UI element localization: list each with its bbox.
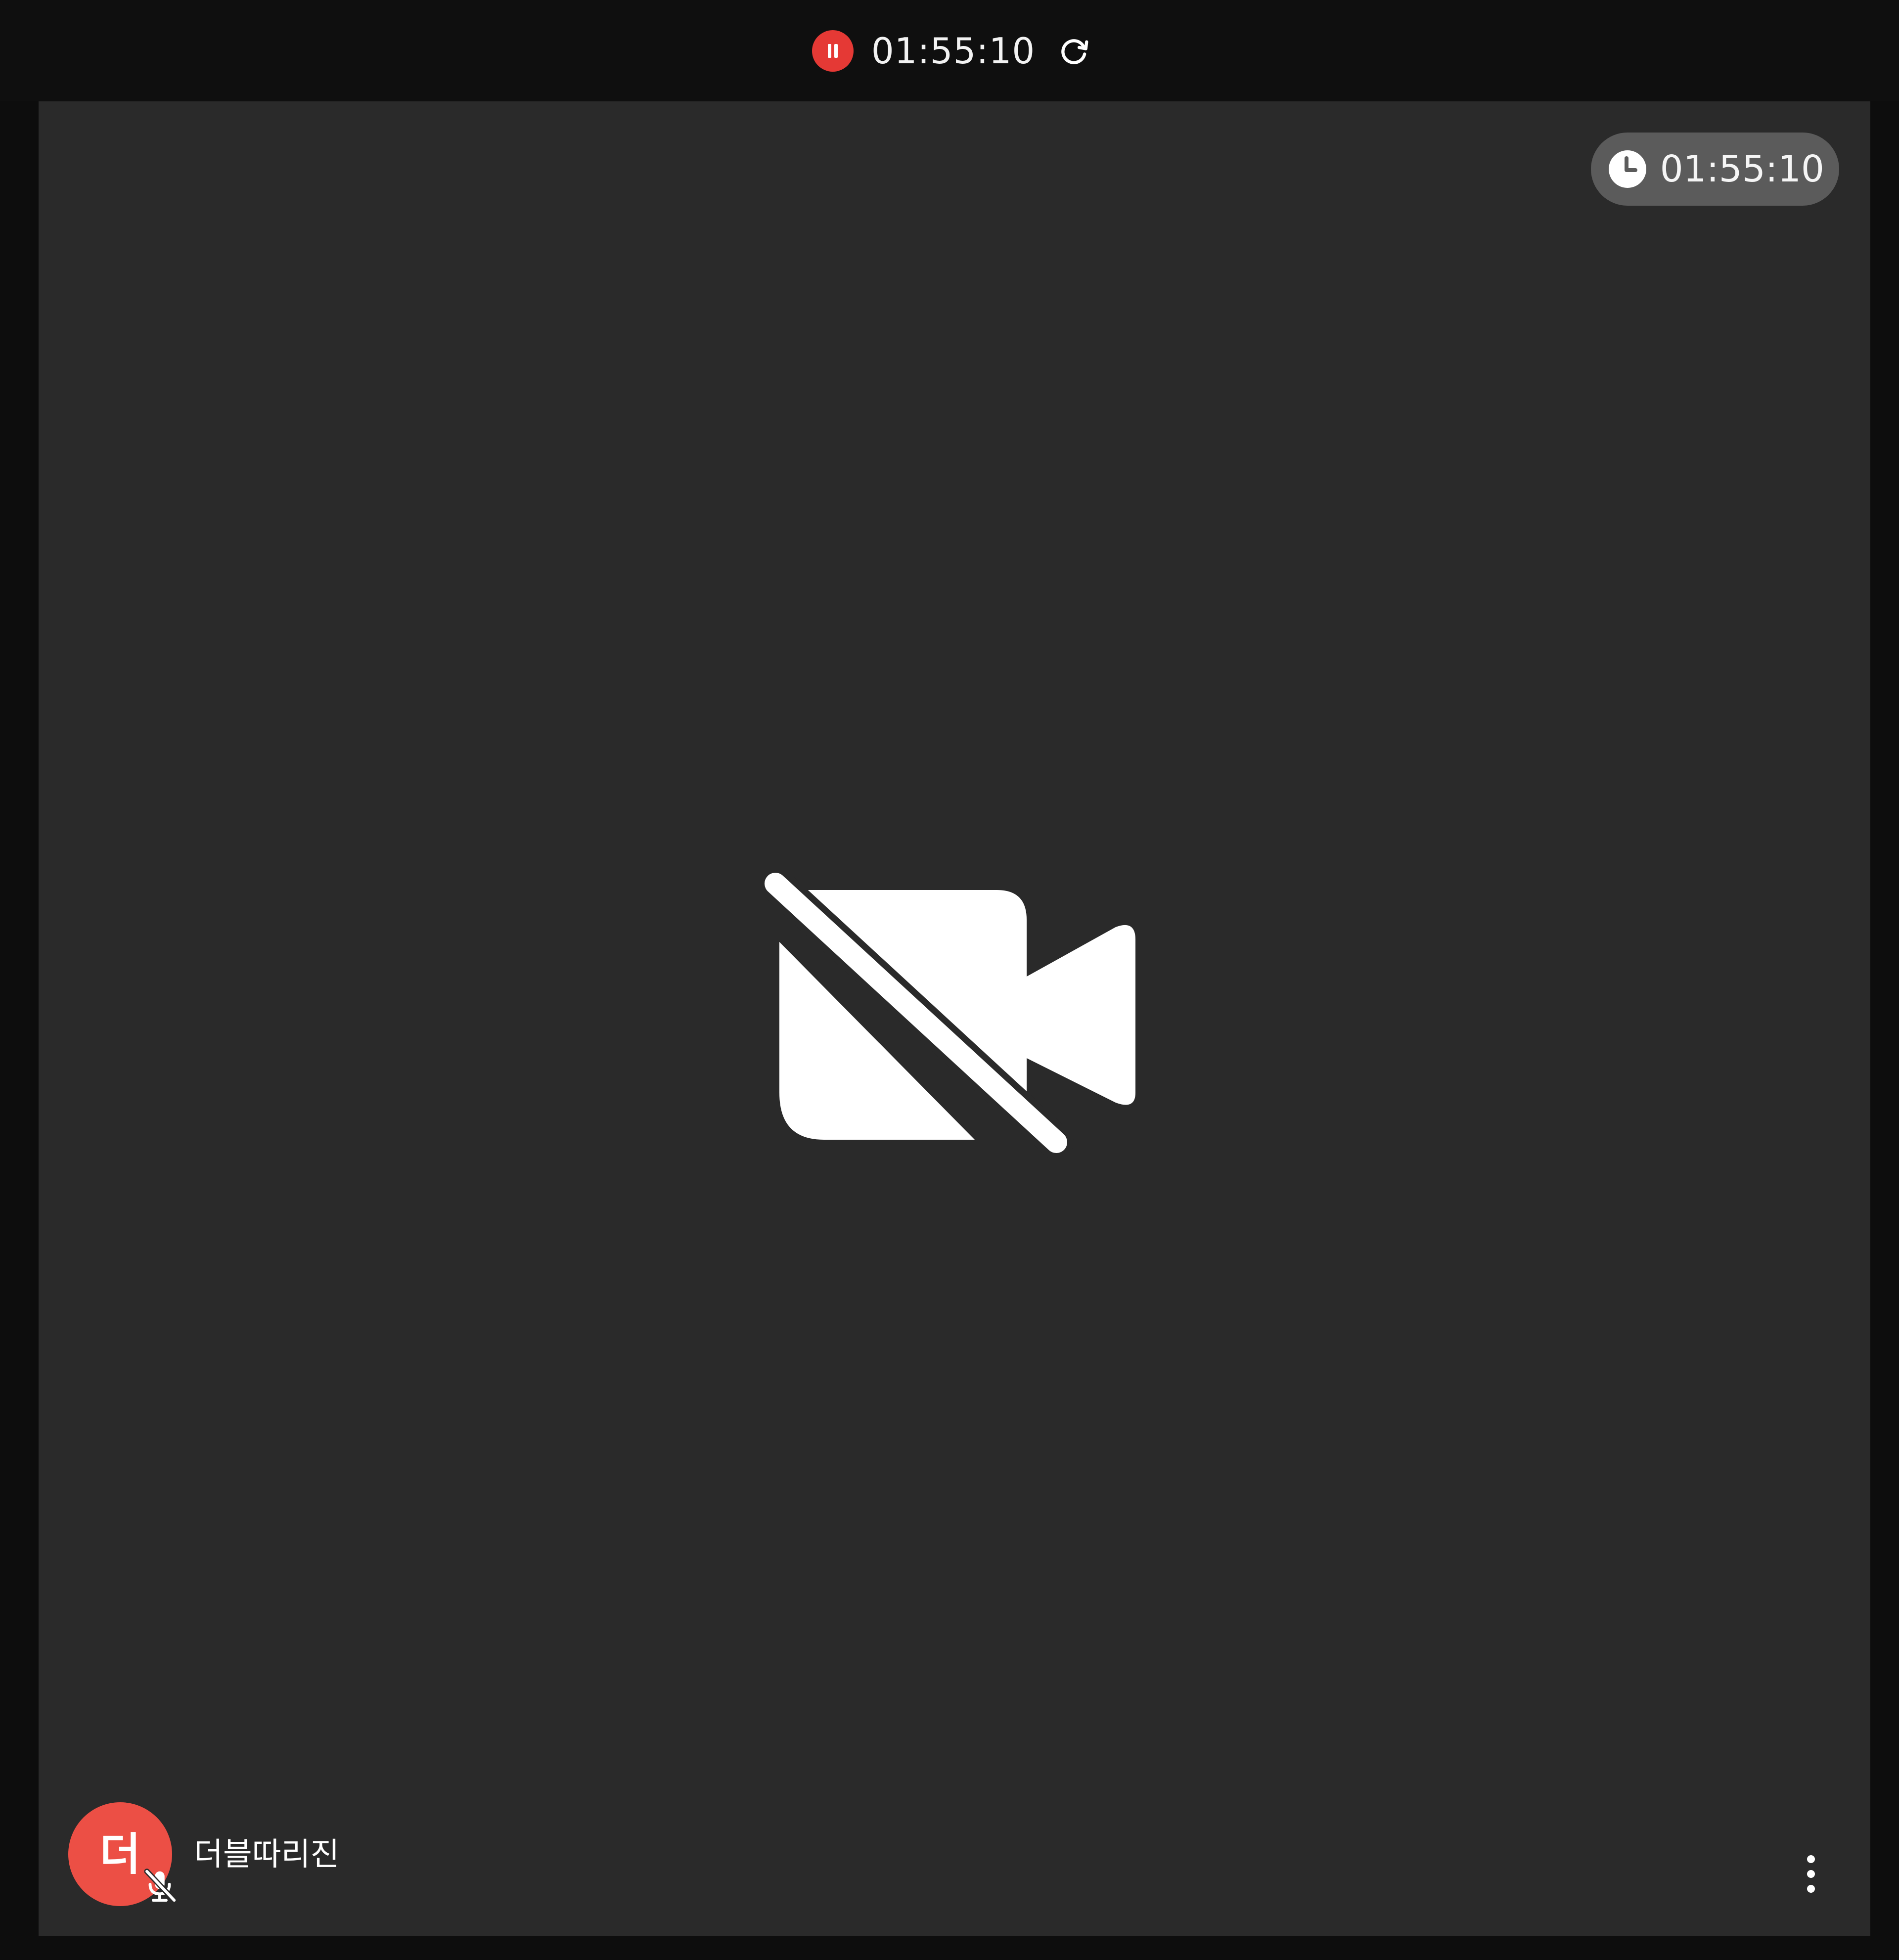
clock-icon xyxy=(1608,149,1647,189)
avatar-initial: 더 xyxy=(99,1828,141,1880)
avatar: 더 xyxy=(68,1802,177,1906)
more-vertical-icon[interactable] xyxy=(1796,1847,1826,1901)
participant-name: 더블따리진 xyxy=(194,1836,340,1873)
recording-bar: 01:55:10 xyxy=(0,0,1899,101)
refresh-icon[interactable] xyxy=(1053,30,1094,72)
more-dot xyxy=(1807,1870,1815,1878)
participant-label: 더 더블따리진 xyxy=(68,1802,339,1906)
more-dot xyxy=(1807,1885,1815,1893)
meeting-app: 01:55:10 01:55:10 더 더블따리진 xyxy=(0,0,1899,1960)
recording-status: 01:55:10 xyxy=(812,30,1094,72)
meeting-timer-value: 01:55:10 xyxy=(1660,148,1824,190)
bottom-toolbar-edge xyxy=(0,1936,1899,1960)
camera-off-icon xyxy=(765,873,1155,1169)
pause-circle-icon[interactable] xyxy=(812,30,854,72)
meeting-timer-badge: 01:55:10 xyxy=(1590,133,1839,206)
mic-off-icon xyxy=(140,1867,179,1905)
more-dot xyxy=(1807,1855,1815,1863)
recording-elapsed-time: 01:55:10 xyxy=(871,30,1036,72)
participant-video-tile[interactable]: 01:55:10 더 더블따리진 xyxy=(39,101,1870,1936)
